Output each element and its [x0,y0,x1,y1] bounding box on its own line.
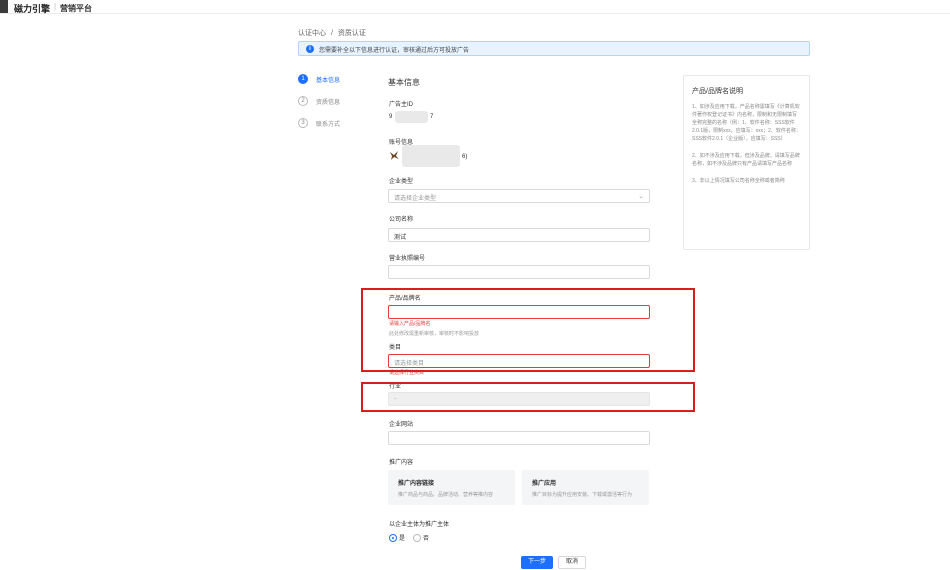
annotation-highlight-box [361,288,695,372]
step-number: 2 [298,96,308,106]
company-type-label: 企业类型 [389,179,414,185]
notice-text: 您需要补全以下信息进行认证，审核通过后方可投放广告 [319,48,470,54]
promo-card-desc: 推广商品与商品、品牌活动、营养等推内容 [398,492,494,498]
promo-label: 推广内容 [389,460,414,466]
promo-card-desc: 推广目标为提升应用安装、下载或激活等行为 [532,492,633,498]
promo-card-title: 推广应用 [532,481,557,487]
help-item: 2、如不涉及应用下载，但涉及品牌，请填写品牌名称，如不涉及品牌只有产品请填写产品… [692,153,800,167]
cancel-button[interactable]: 取消 [558,556,586,569]
account-info-suffix: 6) [462,154,468,160]
website-input[interactable] [388,431,650,445]
breadcrumb-current: 资质认证 [337,30,366,37]
help-item: 1、如涉及应用下载，产品名称需填写《计算机软件著作权登记证书》内名称，限制和无限… [692,104,801,142]
logo-icon [0,0,8,13]
promo-card-app[interactable]: 推广应用 推广目标为提升应用安装、下载或激活等行为 [522,470,649,505]
company-type-select[interactable]: 请选择企业类型 ⌄ [388,189,650,203]
help-panel: 产品/品牌名说明 1、如涉及应用下载，产品名称需填写《计算机软件著作权登记证书》… [683,75,810,250]
breadcrumb-parent[interactable]: 认证中心 [298,30,326,37]
step-label: 资质信息 [316,100,341,106]
step-number: 1 [298,74,308,84]
subject-radio-group: 是 否 [389,533,435,543]
brand-separator: | [54,2,57,11]
radio-no-label[interactable]: 否 [423,536,429,542]
step-number: 3 [298,118,308,128]
step-label: 基本信息 [316,78,341,84]
company-name-label: 公司名称 [389,217,414,223]
brand-name[interactable]: 磁力引擎 [14,2,50,15]
company-name-input[interactable]: 测试 [388,228,650,242]
step-label: 联系方式 [316,122,341,128]
redacted-account-id [395,111,428,123]
account-id-prefix: 9 [389,114,393,120]
help-item: 3、非以上情况填写公司名称全称或者简称 [692,178,785,184]
promo-card-title: 推广内容链接 [398,481,435,487]
license-input[interactable] [388,265,650,279]
platform-name: 营销平台 [60,4,92,13]
radio-no[interactable] [412,533,421,542]
help-title: 产品/品牌名说明 [692,88,743,95]
radio-yes[interactable] [389,533,397,542]
avatar [390,151,399,160]
breadcrumb-separator: / [330,30,333,37]
promo-card-link[interactable]: 推广内容链接 推广商品与商品、品牌活动、营养等推内容 [388,470,515,505]
annotation-highlight-box [361,382,695,412]
website-label: 企业网站 [389,422,414,428]
account-id-label: 广告主ID [389,102,414,108]
redacted-account-info [402,145,460,167]
subject-label: 以企业主体为推广主体 [389,522,450,528]
section-title: 基本信息 [388,78,420,87]
info-icon: i [306,45,314,53]
next-button[interactable]: 下一步 [521,556,553,569]
info-notice: i 您需要补全以下信息进行认证，审核通过后方可投放广告 [298,41,810,56]
breadcrumb: 认证中心 / 资质认证 [298,28,369,38]
top-bar: 磁力引擎 | 营销平台 [0,0,950,14]
chevron-down-icon: ⌄ [638,193,644,200]
radio-yes-label[interactable]: 是 [399,536,405,542]
account-id-suffix: 7 [430,114,434,120]
license-label: 营业执照编号 [389,256,426,262]
company-type-placeholder: 请选择企业类型 [394,196,437,202]
